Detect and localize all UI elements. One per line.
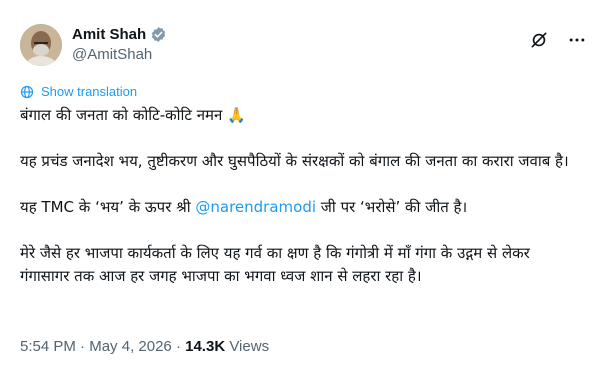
tweet-meta: 5:54 PM · May 4, 2026 · 14.3K Views: [20, 338, 269, 355]
header-actions: [529, 30, 587, 50]
tweet-text: बंगाल की जनता को कोटि-कोटि नमन 🙏 यह प्रच…: [20, 104, 580, 311]
views-label: Views: [229, 338, 270, 355]
author-name[interactable]: Amit Shah: [72, 26, 146, 43]
views-count: 14.3K: [185, 338, 226, 355]
tweet-card: Amit Shah @AmitShah Show translation बंग…: [0, 0, 601, 369]
meta-separator: ·: [80, 338, 86, 355]
globe-icon: [20, 85, 34, 98]
tweet-paragraph-4: मेरे जैसे हर भाजपा कार्यकर्ता के लिए यह …: [20, 244, 530, 285]
verified-badge-icon: [150, 26, 167, 43]
show-translation-link[interactable]: Show translation: [20, 84, 137, 99]
tweet-line-1: बंगाल की जनता को कोटि-कोटि नमन 🙏: [20, 106, 246, 124]
tweet-header: Amit Shah @AmitShah: [20, 24, 587, 68]
mention-link[interactable]: @narendramodi: [195, 198, 316, 216]
more-icon[interactable]: [567, 30, 587, 50]
tweet-date[interactable]: May 4, 2026: [89, 338, 172, 355]
tweet-text-segment: यह TMC के ‘भय’ के ऊपर श्री: [20, 198, 196, 216]
show-translation-label: Show translation: [41, 84, 138, 99]
tweet-paragraph-2: यह प्रचंड जनादेश भय, तुष्टीकरण और घुसपैठ…: [20, 152, 569, 170]
tweet-text-segment: जी पर ‘भरोसे’ की जीत है।: [316, 198, 468, 216]
tweet-time[interactable]: 5:54 PM: [20, 338, 76, 355]
author-handle[interactable]: @AmitShah: [72, 46, 167, 63]
grok-icon[interactable]: [529, 30, 549, 50]
tweet-paragraph-3: यह TMC के ‘भय’ के ऊपर श्री @narendramodi…: [20, 196, 580, 219]
avatar[interactable]: [20, 24, 62, 66]
author-names: Amit Shah @AmitShah: [72, 26, 167, 63]
meta-separator: ·: [175, 338, 181, 355]
